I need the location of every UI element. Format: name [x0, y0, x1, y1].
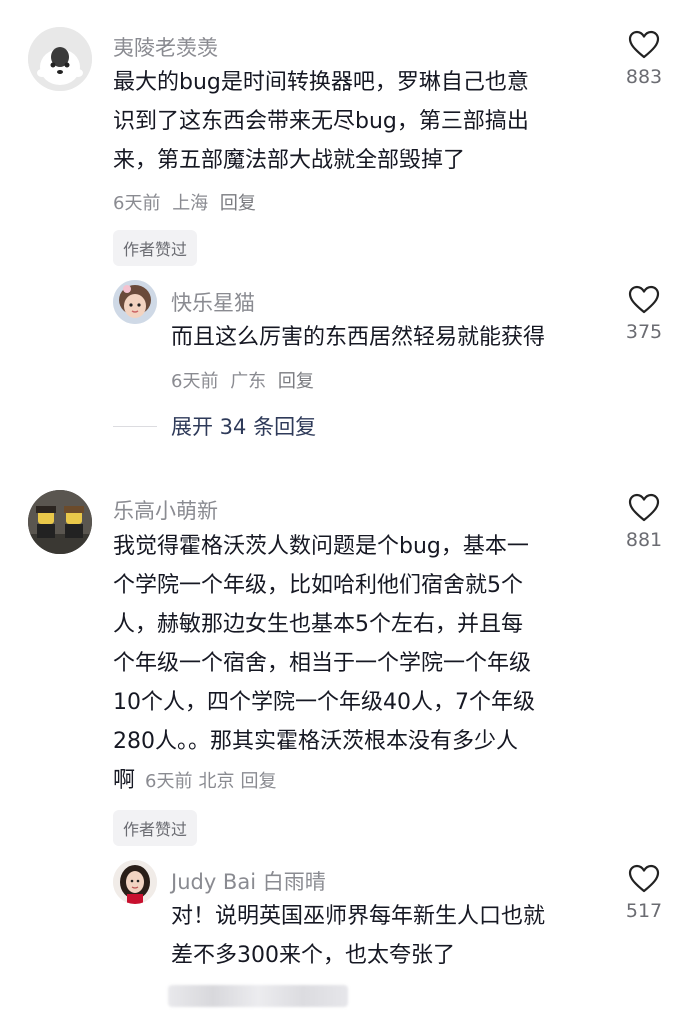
expand-replies-label: 展开 34 条回复: [171, 415, 317, 439]
reply-button[interactable]: 回复: [220, 193, 256, 214]
heart-icon: [628, 30, 660, 59]
username[interactable]: 快乐星猫: [171, 287, 255, 317]
comment-text: 我觉得霍格沃茨人数问题是个bug，基本一 个学院一个年级，比如哈利他们宿舍就5个…: [113, 534, 535, 793]
reply-button[interactable]: 回复: [278, 371, 314, 392]
timestamp: 6天前: [113, 193, 161, 214]
avatar[interactable]: [113, 280, 157, 324]
divider: [113, 425, 157, 427]
comment-text: 而且这么厉害的东西居然轻易就能获得: [171, 325, 546, 350]
husky-dog-icon: [28, 27, 92, 91]
heart-icon: [628, 864, 660, 893]
comment-meta: 6天前 上海 回复: [113, 189, 262, 215]
comment-meta: 6天前 北京 回复: [145, 771, 282, 792]
comment-text: 对！说明英国巫师界每年新生人口也就 差不多300来个，也太夸张了: [171, 904, 546, 968]
like-button[interactable]: 881: [614, 493, 674, 551]
heart-icon: [628, 285, 660, 314]
location: 广东: [230, 371, 267, 392]
like-count: 883: [625, 66, 663, 88]
child-avatar-icon: [113, 280, 157, 324]
like-count: 375: [625, 321, 663, 343]
username[interactable]: 乐高小萌新: [113, 495, 218, 525]
comment-meta: 6天前 广东 回复: [171, 367, 320, 393]
blurred-meta: [168, 985, 348, 1007]
location: 上海: [172, 193, 209, 214]
like-button[interactable]: 375: [614, 285, 674, 343]
avatar[interactable]: [28, 490, 92, 554]
like-button[interactable]: 883: [614, 30, 674, 88]
like-count: 881: [625, 529, 663, 551]
author-liked-badge: 作者赞过: [113, 810, 198, 846]
like-button[interactable]: 517: [614, 864, 674, 922]
reply-button[interactable]: 回复: [240, 771, 276, 792]
location: 北京: [198, 771, 235, 792]
avatar[interactable]: [113, 860, 157, 904]
like-count: 517: [625, 900, 663, 922]
timestamp: 6天前: [145, 771, 193, 792]
username[interactable]: Judy Bai 白雨晴: [171, 866, 326, 896]
heart-icon: [628, 493, 660, 522]
woman-avatar-icon: [113, 860, 157, 904]
avatar[interactable]: [28, 27, 92, 91]
username[interactable]: 夷陵老羡羡: [113, 32, 218, 62]
lego-figures-icon: [28, 490, 92, 554]
author-liked-badge: 作者赞过: [113, 230, 198, 266]
expand-replies-button[interactable]: 展开 34 条回复: [113, 410, 316, 442]
comment-text: 最大的bug是时间转换器吧，罗琳自己也意 识到了这东西会带来无尽bug，第三部搞…: [113, 70, 529, 173]
timestamp: 6天前: [171, 371, 219, 392]
